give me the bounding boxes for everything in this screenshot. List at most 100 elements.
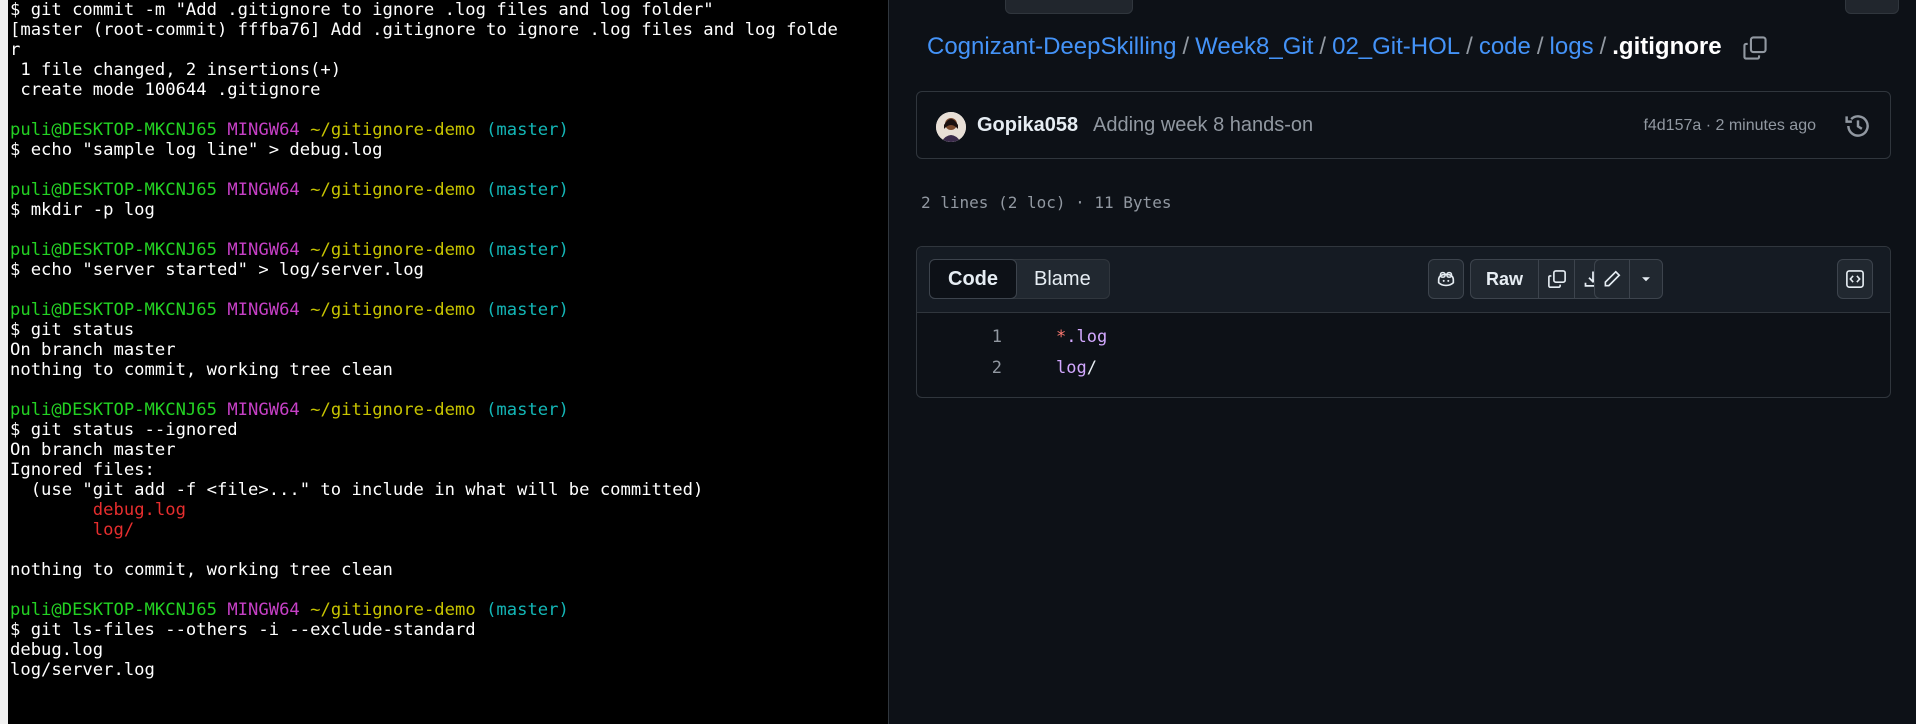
edit-dropdown-button[interactable] xyxy=(1630,260,1662,298)
terminal-line: On branch master xyxy=(10,440,888,460)
terminal-line: $ echo "sample log line" > debug.log xyxy=(10,140,888,160)
terminal-text-span xyxy=(300,300,310,320)
copy-path-icon[interactable] xyxy=(1742,35,1768,61)
terminal-text-span xyxy=(476,400,486,420)
breadcrumb-separator: / xyxy=(1599,33,1607,60)
terminal-text-span: puli@DESKTOP-MKCNJ65 xyxy=(10,300,217,320)
commit-message[interactable]: Adding week 8 hands-on xyxy=(1093,114,1313,137)
terminal-text-span xyxy=(300,180,310,200)
terminal-line: (use "git add -f <file>..." to include i… xyxy=(10,480,888,500)
terminal-text-span xyxy=(10,520,93,540)
terminal-line: puli@DESKTOP-MKCNJ65 MINGW64 ~/gitignore… xyxy=(10,180,888,200)
breadcrumb-separator: / xyxy=(1536,33,1544,60)
glob-star: * xyxy=(1056,327,1067,347)
terminal-line: log/ xyxy=(10,520,888,540)
top-right-button-partial[interactable] xyxy=(1845,0,1899,14)
raw-button[interactable]: Raw xyxy=(1471,260,1540,298)
terminal-text-span: (master) xyxy=(486,240,569,260)
terminal-line: On branch master xyxy=(10,340,888,360)
breadcrumb-logs[interactable]: logs xyxy=(1550,33,1594,60)
terminal-text-span xyxy=(476,600,486,620)
breadcrumb-separator: / xyxy=(1319,33,1327,60)
terminal-text-span: puli@DESKTOP-MKCNJ65 xyxy=(10,240,217,260)
terminal-text-span: create mode 100644 .gitignore xyxy=(10,80,321,100)
terminal-text-span: $ echo "sample log line" > debug.log xyxy=(10,140,383,160)
terminal-text-span: (master) xyxy=(486,600,569,620)
terminal-line: log/server.log xyxy=(10,660,888,680)
terminal-text-span: log/ xyxy=(92,520,135,540)
symbols-panel-button[interactable] xyxy=(1837,259,1873,299)
github-file-view: Cognizant-DeepSkilling / Week8_Git/02_Git-… xyxy=(888,0,1916,724)
terminal-text-span xyxy=(300,400,310,420)
commit-hash-time[interactable]: f4d157a · 2 minutes ago xyxy=(1643,117,1816,135)
commit-author[interactable]: Gopika058 xyxy=(977,114,1078,137)
copilot-icon xyxy=(1437,271,1455,287)
latest-commit-box: Gopika058 Adding week 8 hands-on f4d157a… xyxy=(916,91,1891,159)
terminal-text-span: r xyxy=(10,40,21,60)
terminal-text-span: nothing to commit, working tree clean xyxy=(10,560,393,580)
code-lines: 1 *.log 2 log/ xyxy=(917,322,1890,384)
terminal-line: $ git status --ignored xyxy=(10,420,888,440)
breadcrumb-repo[interactable]: Cognizant-DeepSkilling xyxy=(927,33,1176,60)
terminal-line: nothing to commit, working tree clean xyxy=(10,360,888,380)
terminal-line: $ echo "server started" > log/server.log xyxy=(10,260,888,280)
terminal-text-span: (use "git add -f <file>..." to include i… xyxy=(10,480,704,500)
history-icon[interactable] xyxy=(1844,112,1872,140)
code-line[interactable]: 1 *.log xyxy=(917,322,1890,353)
breadcrumb-git-hol[interactable]: 02_Git-HOL xyxy=(1332,33,1460,60)
raw-copy-download-group: Raw xyxy=(1470,259,1612,299)
terminal-line: $ git status xyxy=(10,320,888,340)
terminal-line: puli@DESKTOP-MKCNJ65 MINGW64 ~/gitignore… xyxy=(10,240,888,260)
terminal-line: $ git ls-files --others -i --exclude-sta… xyxy=(10,620,888,640)
tab-code[interactable]: Code xyxy=(929,259,1017,299)
terminal-text-span: $ git ls-files --others -i --exclude-sta… xyxy=(10,620,476,640)
terminal-text-span: debug.log xyxy=(92,500,186,520)
raw-label: Raw xyxy=(1486,268,1524,289)
terminal-text-span: ~/gitignore-demo xyxy=(310,180,476,200)
breadcrumb-code[interactable]: code xyxy=(1479,33,1531,60)
terminal-text-span xyxy=(217,240,227,260)
breadcrumb-week8-git[interactable]: Week8_Git xyxy=(1195,33,1313,60)
copy-raw-button[interactable] xyxy=(1539,260,1576,298)
terminal-text-span: puli@DESKTOP-MKCNJ65 xyxy=(10,400,217,420)
terminal-line: $ git commit -m "Add .gitignore to ignor… xyxy=(10,0,888,20)
terminal-text-span xyxy=(217,120,227,140)
terminal-text-span xyxy=(217,180,227,200)
tab-blame[interactable]: Blame xyxy=(1016,260,1109,298)
terminal-line: puli@DESKTOP-MKCNJ65 MINGW64 ~/gitignore… xyxy=(10,300,888,320)
code-viewer-header: Code Blame Raw xyxy=(917,247,1890,313)
code-blame-toggle: Code Blame xyxy=(929,259,1110,299)
pencil-icon xyxy=(1604,270,1621,287)
line-number[interactable]: 1 xyxy=(917,322,1002,353)
copilot-button[interactable] xyxy=(1428,259,1464,299)
terminal-text-span xyxy=(476,300,486,320)
top-button-partial[interactable] xyxy=(1005,0,1133,14)
line-text: log xyxy=(1056,358,1087,378)
terminal-text-span: puli@DESKTOP-MKCNJ65 xyxy=(10,600,217,620)
terminal-text-span: (master) xyxy=(486,120,569,140)
copy-icon xyxy=(1547,270,1566,288)
terminal-text-span: ~/gitignore-demo xyxy=(310,600,476,620)
terminal-line: 1 file changed, 2 insertions(+) xyxy=(10,60,888,80)
terminal-text-span: MINGW64 xyxy=(227,300,300,320)
avatar[interactable] xyxy=(936,112,966,142)
terminal-text-span: On branch master xyxy=(10,340,176,360)
terminal-text-span xyxy=(217,400,227,420)
line-content: *.log xyxy=(1056,322,1107,353)
edit-button[interactable] xyxy=(1595,260,1630,298)
code-square-icon xyxy=(1846,270,1864,288)
chevron-down-icon xyxy=(1642,277,1650,282)
code-line[interactable]: 2 log/ xyxy=(917,353,1890,384)
breadcrumb: Cognizant-DeepSkilling / Week8_Git/02_Git-… xyxy=(927,33,1722,61)
terminal-text-span: $ mkdir -p log xyxy=(10,200,155,220)
line-number[interactable]: 2 xyxy=(917,353,1002,384)
terminal-text-span: MINGW64 xyxy=(227,120,300,140)
terminal-line: puli@DESKTOP-MKCNJ65 MINGW64 ~/gitignore… xyxy=(10,400,888,420)
terminal-line: debug.log xyxy=(10,640,888,660)
terminal-window[interactable]: $ git commit -m "Add .gitignore to ignor… xyxy=(0,0,888,724)
